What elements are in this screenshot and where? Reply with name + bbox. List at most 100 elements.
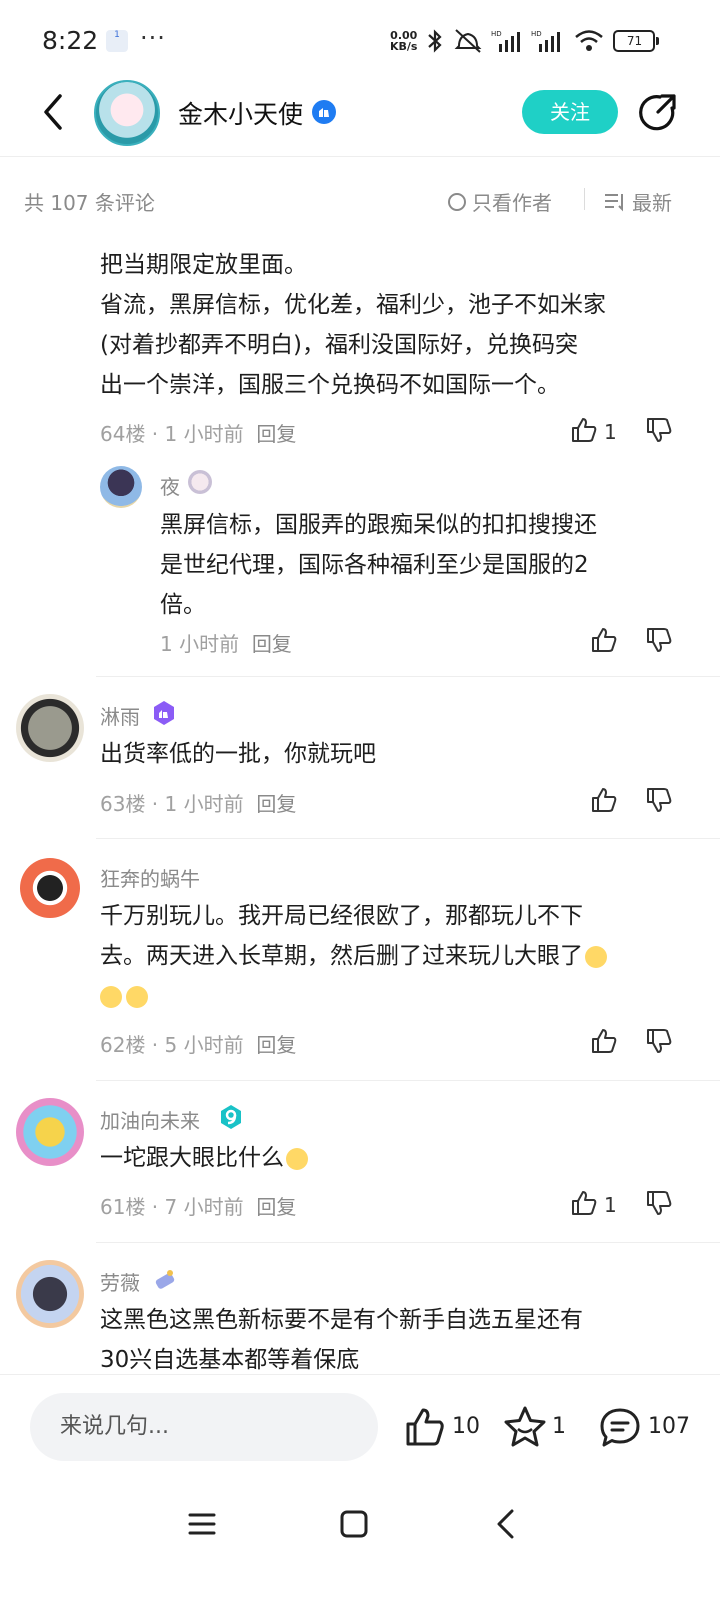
comment-time: 1 小时前	[160, 632, 240, 656]
like-count: 1	[604, 420, 617, 444]
user-badge-icon	[155, 1270, 175, 1289]
header-divider	[0, 156, 720, 157]
comment-line: 是世纪代理，国际各种福利至少是国服的2	[160, 552, 589, 578]
thumbs-down-icon[interactable]	[645, 416, 673, 444]
net-speed: 0.00 KB/s	[390, 30, 417, 52]
thumbs-up-icon[interactable]	[590, 786, 618, 814]
comment-icon[interactable]	[598, 1406, 642, 1450]
comment-line: 一坨跟大眼比什么	[100, 1145, 284, 1171]
emoji-icon	[585, 945, 607, 968]
comment-meta: 1 小时前 回复	[160, 628, 292, 657]
comment-body: 出货率低的一批，你就玩吧	[100, 734, 700, 774]
net-speed-unit: KB/s	[390, 40, 418, 53]
comment-line: 去。两天进入长草期，然后删了过来玩儿大眼了	[100, 943, 583, 969]
sort-label: 最新	[632, 191, 672, 215]
reply-button[interactable]: 回复	[256, 1033, 296, 1057]
level-badge-icon	[221, 1105, 241, 1129]
like-count: 1	[604, 1193, 617, 1217]
comment-line: 省流，黑屏信标，优化差，福利少，池子不如米家	[100, 292, 606, 318]
reply-button[interactable]: 回复	[256, 422, 296, 446]
signal-2-icon: HD	[531, 30, 561, 52]
verified-badge-icon	[312, 100, 336, 124]
comment-line: 倍。	[160, 592, 206, 618]
thumbs-down-icon[interactable]	[645, 626, 673, 654]
wifi-icon	[575, 30, 604, 51]
comment-meta: 61楼 · 7 小时前 回复	[100, 1191, 296, 1220]
comment-divider	[96, 1080, 720, 1081]
username[interactable]: 劳薇	[100, 1267, 140, 1296]
thumbs-down-icon[interactable]	[645, 786, 673, 814]
comment-line: 这黑色这黑色新标要不是有个新手自选五星还有	[100, 1307, 583, 1333]
reply-body: 黑屏信标，国服弄的跟痴呆似的扣扣搜搜还 是世纪代理，国际各种福利至少是国服的2 …	[160, 505, 700, 625]
user-avatar[interactable]	[100, 466, 142, 508]
comment-body: 一坨跟大眼比什么	[100, 1138, 700, 1178]
thumbs-up-icon[interactable]	[570, 1189, 598, 1217]
status-time: 8:22	[42, 26, 99, 55]
reply-button[interactable]: 回复	[256, 1195, 296, 1219]
username[interactable]: 狂奔的蜗牛	[100, 863, 200, 892]
like-icon[interactable]	[404, 1406, 446, 1448]
comment-floor-time: 62楼 · 5 小时前	[100, 1033, 244, 1057]
nav-back-icon[interactable]	[490, 1508, 522, 1540]
username[interactable]: 淋雨	[100, 701, 140, 730]
back-arrow-icon[interactable]	[34, 92, 74, 132]
comment-meta: 62楼 · 5 小时前 回复	[100, 1029, 296, 1058]
comment-line: 把当期限定放里面。	[100, 252, 307, 278]
thumbs-down-icon[interactable]	[645, 1189, 673, 1217]
svg-text:HD: HD	[491, 30, 502, 38]
star-icon[interactable]	[503, 1405, 547, 1449]
menu-icon[interactable]	[186, 1508, 218, 1540]
thumbs-up-icon[interactable]	[570, 416, 598, 444]
battery-level: 71	[626, 34, 643, 48]
comment-divider	[96, 838, 720, 839]
comment-meta: 64楼 · 1 小时前 回复	[100, 418, 296, 447]
thumbs-down-icon[interactable]	[645, 1027, 673, 1055]
thumbs-up-icon[interactable]	[590, 626, 618, 654]
comment-divider	[96, 676, 720, 677]
follow-button[interactable]: 关注	[522, 90, 618, 134]
signal-icon: HD	[491, 30, 521, 52]
mute-icon	[455, 29, 482, 53]
notification-count: 1	[114, 30, 120, 40]
comment-divider	[96, 1242, 720, 1243]
username[interactable]: 夜	[160, 471, 180, 500]
reply-button[interactable]: 回复	[256, 792, 296, 816]
radio-icon	[448, 192, 466, 211]
comment-input[interactable]: 来说几句...	[30, 1393, 378, 1461]
comment-count: 共 107 条评论	[24, 191, 155, 215]
reply-button[interactable]: 回复	[252, 632, 292, 656]
star-total: 1	[552, 1414, 566, 1439]
user-avatar[interactable]	[16, 1260, 84, 1328]
author-avatar[interactable]	[94, 80, 160, 146]
comment-body: 把当期限定放里面。 省流，黑屏信标，优化差，福利少，池子不如米家 (对着抄都弄不…	[100, 245, 700, 405]
like-total: 10	[452, 1414, 480, 1439]
user-badge-icon	[188, 470, 212, 494]
page-title[interactable]: 金木小天使	[178, 95, 303, 131]
comment-body: 这黑色这黑色新标要不是有个新手自选五星还有 30兴自选基本都等着保底	[100, 1300, 700, 1374]
user-avatar[interactable]	[20, 858, 80, 918]
comment-body: 千万别玩儿。我开局已经很欧了，那都玩儿不下 去。两天进入长草期，然后删了过来玩儿…	[100, 896, 700, 1016]
emoji-icon	[126, 985, 148, 1008]
share-icon[interactable]	[638, 92, 678, 132]
notification-badge-icon: 1	[106, 30, 128, 52]
svg-text:HD: HD	[531, 30, 542, 38]
comment-floor-time: 61楼 · 7 小时前	[100, 1195, 244, 1219]
battery-icon: 71	[613, 30, 660, 52]
username[interactable]: 加油向未来	[100, 1105, 200, 1134]
emoji-icon	[286, 1147, 308, 1170]
comment-meta: 63楼 · 1 小时前 回复	[100, 788, 296, 817]
sort-toggle[interactable]: 最新	[604, 187, 672, 216]
thumbs-up-icon[interactable]	[590, 1027, 618, 1055]
comment-line: 黑屏信标，国服弄的跟痴呆似的扣扣搜搜还	[160, 512, 597, 538]
sort-icon	[605, 193, 623, 211]
comment-total: 107	[648, 1414, 690, 1439]
comment-floor-time: 63楼 · 1 小时前	[100, 792, 244, 816]
filter-separator	[584, 188, 585, 210]
user-avatar[interactable]	[16, 1098, 84, 1166]
author-only-toggle[interactable]: 只看作者	[448, 187, 552, 216]
more-notifications-icon: ···	[140, 24, 166, 52]
comment-line: 出货率低的一批，你就玩吧	[100, 741, 376, 767]
user-avatar[interactable]	[16, 694, 84, 762]
comment-line: 30兴自选基本都等着保底	[100, 1347, 360, 1373]
home-icon[interactable]	[338, 1508, 370, 1540]
